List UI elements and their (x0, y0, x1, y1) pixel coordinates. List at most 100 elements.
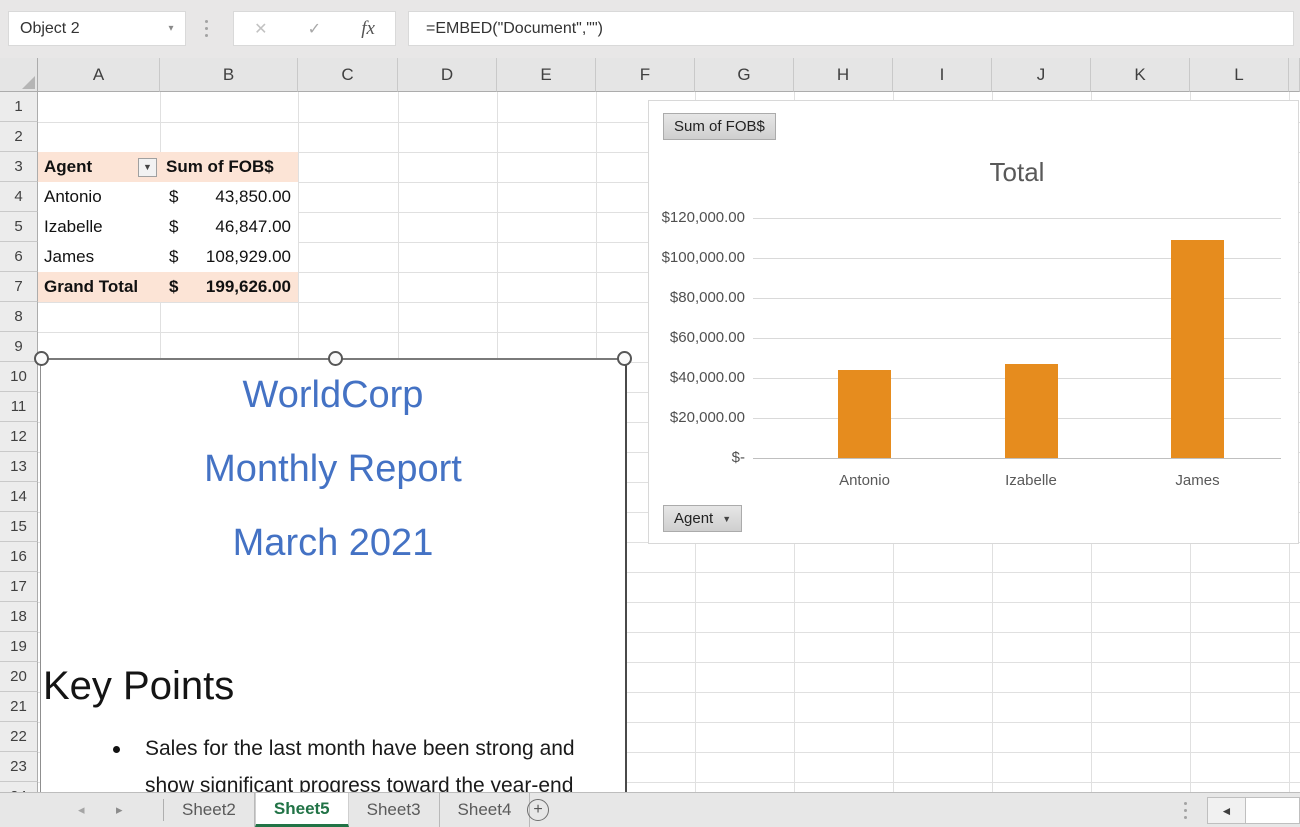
column-header-K[interactable]: K (1091, 58, 1190, 92)
row-header-18[interactable]: 18 (0, 602, 38, 632)
currency-symbol: $ (166, 217, 178, 237)
formula-input[interactable]: =EMBED("Document","") (408, 11, 1294, 46)
sheet-tabs: Sheet2Sheet5Sheet3Sheet4 (164, 793, 530, 827)
tab-scroll-right-icon[interactable]: ▸ (116, 793, 123, 827)
chart-axis-field-button[interactable]: Agent ▼ (663, 505, 742, 532)
worksheet: ABCDEFGHIJKL 123456789101112131415161718… (0, 58, 1300, 792)
pivot-header-agent[interactable]: Agent ▼ (38, 152, 160, 182)
pivot-chart[interactable]: Sum of FOB$ Total $120,000.00$100,000.00… (648, 100, 1299, 544)
pivot-row-antonio[interactable]: Antonio$43,850.00 (38, 182, 298, 212)
doc-heading: Key Points (43, 664, 234, 709)
formula-text: =EMBED("Document","") (426, 12, 603, 45)
tab-sheet2[interactable]: Sheet2 (164, 793, 255, 827)
row-header-17[interactable]: 17 (0, 572, 38, 602)
resize-handle-top-left[interactable] (34, 351, 49, 366)
bar-antonio[interactable] (838, 370, 891, 458)
tab-sheet4[interactable]: Sheet4 (440, 793, 531, 827)
fob-amount: 108,929.00 (206, 247, 298, 267)
row-header-20[interactable]: 20 (0, 662, 38, 692)
bullet-icon (113, 746, 120, 753)
pivot-row-james[interactable]: James $108,929.00 (38, 242, 298, 272)
row-header-23[interactable]: 23 (0, 752, 38, 782)
tab-sheet3[interactable]: Sheet3 (349, 793, 440, 827)
currency-symbol: $ (166, 247, 178, 267)
column-header-F[interactable]: F (596, 58, 695, 92)
y-axis-tick-label: $60,000.00 (649, 329, 745, 347)
doc-title-line: March 2021 (41, 522, 625, 565)
row-header-9[interactable]: 9 (0, 332, 38, 362)
pivot-header-sum[interactable]: Sum of FOB$ (160, 152, 298, 182)
excel-window: Object 2 ▾ ✕ ✓ fx =EMBED("Document","") … (0, 0, 1300, 827)
y-axis-tick-label: $120,000.00 (649, 209, 745, 227)
grand-total-amount: 199,626.00 (206, 277, 298, 297)
column-header-G[interactable]: G (695, 58, 794, 92)
filter-dropdown-icon[interactable]: ▼ (138, 158, 157, 177)
row-header-12[interactable]: 12 (0, 422, 38, 452)
row-header-21[interactable]: 21 (0, 692, 38, 722)
bar-izabelle[interactable] (1005, 364, 1058, 458)
resize-handle-top-right[interactable] (617, 351, 632, 366)
add-sheet-button[interactable]: + (527, 799, 549, 821)
horizontal-scrollbar[interactable]: ◄ (1207, 797, 1300, 824)
resize-handle-top-center[interactable] (328, 351, 343, 366)
row-header-8[interactable]: 8 (0, 302, 38, 332)
scroll-left-icon[interactable]: ◄ (1208, 798, 1246, 823)
cancel-icon[interactable]: ✕ (254, 19, 267, 39)
embedded-document-object[interactable]: WorldCorpMonthly ReportMarch 2021 Key Po… (40, 358, 627, 792)
x-axis-line (753, 458, 1281, 459)
tab-scroll-left-icon[interactable]: ◂ (78, 793, 85, 827)
enter-icon[interactable]: ✓ (308, 19, 321, 39)
scrollbar-thumb[interactable] (1246, 798, 1299, 823)
insert-function-icon[interactable]: fx (361, 18, 375, 40)
row-header-16[interactable]: 16 (0, 542, 38, 572)
pivot-header-row: Agent ▼ Sum of FOB$ (38, 152, 298, 182)
column-header-B[interactable]: B (160, 58, 298, 92)
column-header-C[interactable]: C (298, 58, 398, 92)
select-all-corner[interactable] (0, 58, 38, 92)
column-header-D[interactable]: D (398, 58, 497, 92)
row-header-15[interactable]: 15 (0, 512, 38, 542)
y-axis-tick-label: $- (649, 449, 745, 467)
row-header-13[interactable]: 13 (0, 452, 38, 482)
chart-gridline (753, 218, 1281, 219)
row-header-10[interactable]: 10 (0, 362, 38, 392)
column-header-H[interactable]: H (794, 58, 893, 92)
name-box-dropdown-icon[interactable]: ▾ (159, 12, 183, 45)
row-header-5[interactable]: 5 (0, 212, 38, 242)
row-header-22[interactable]: 22 (0, 722, 38, 752)
y-axis-tick-label: $40,000.00 (649, 369, 745, 387)
row-header-1[interactable]: 1 (0, 92, 38, 122)
doc-bullet-line: show significant progress toward the yea… (41, 774, 625, 792)
column-header-J[interactable]: J (992, 58, 1091, 92)
row-header-4[interactable]: 4 (0, 182, 38, 212)
row-header-24[interactable]: 24 (0, 782, 38, 792)
column-header-L[interactable]: L (1190, 58, 1289, 92)
row-header-14[interactable]: 14 (0, 482, 38, 512)
row-header-2[interactable]: 2 (0, 122, 38, 152)
row-header-7[interactable]: 7 (0, 272, 38, 302)
doc-title-line: Monthly Report (41, 448, 625, 491)
column-header-I[interactable]: I (893, 58, 992, 92)
chart-title[interactable]: Total (753, 157, 1281, 188)
agent-name: James (44, 247, 94, 267)
bar-james[interactable] (1171, 240, 1224, 458)
add-sheet-icon: + (533, 801, 542, 818)
grand-total-label: Grand Total (44, 277, 138, 297)
tabbar-grip[interactable] (1184, 802, 1187, 819)
row-header-3[interactable]: 3 (0, 152, 38, 182)
chevron-down-icon: ▼ (722, 514, 731, 524)
pivot-row-izabelle[interactable]: Izabelle$46,847.00 (38, 212, 298, 242)
doc-bullet-line: Sales for the last month have been stron… (41, 737, 625, 774)
row-header-6[interactable]: 6 (0, 242, 38, 272)
tab-sheet5[interactable]: Sheet5 (255, 793, 349, 827)
fob-amount: 46,847.00 (215, 217, 298, 237)
chart-series-field-button[interactable]: Sum of FOB$ (663, 113, 776, 140)
column-header-E[interactable]: E (497, 58, 596, 92)
row-header-11[interactable]: 11 (0, 392, 38, 422)
pivot-grand-total-row[interactable]: Grand Total $ 199,626.00 (38, 272, 298, 302)
name-box[interactable]: Object 2 ▾ (8, 11, 186, 46)
formula-bar-grip[interactable] (205, 20, 208, 37)
column-header-A[interactable]: A (38, 58, 160, 92)
row-header-19[interactable]: 19 (0, 632, 38, 662)
fob-amount: 43,850.00 (215, 187, 298, 207)
